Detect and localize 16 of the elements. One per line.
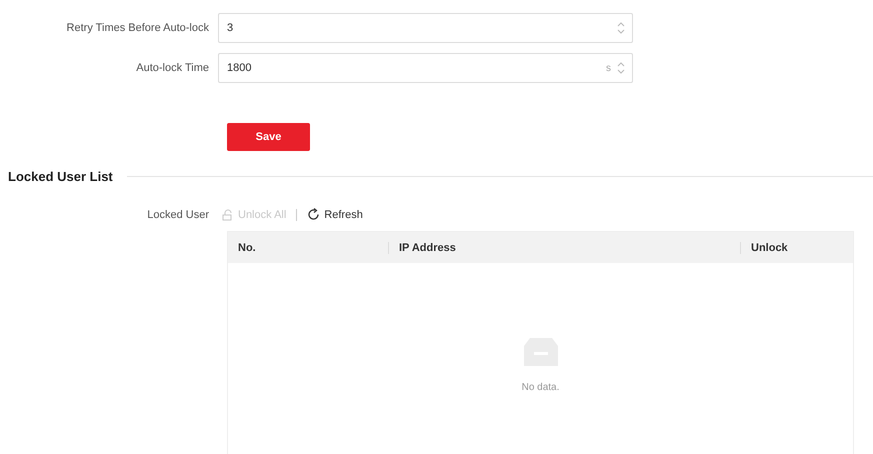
spinner-icon[interactable] bbox=[617, 61, 625, 75]
unit-label: s bbox=[606, 62, 611, 74]
section-title: Locked User List bbox=[8, 169, 113, 184]
column-header: IP Address bbox=[388, 242, 740, 254]
column-header: Unlock bbox=[740, 242, 853, 254]
refresh-button[interactable]: Refresh bbox=[303, 208, 367, 221]
field-label: Auto-lock Time bbox=[135, 62, 210, 74]
field-label: Retry Times Before Auto-lock bbox=[66, 22, 210, 34]
spinner-icon[interactable] bbox=[617, 21, 625, 35]
column-header: No. bbox=[237, 242, 257, 254]
padlock-icon bbox=[222, 208, 234, 220]
number-field[interactable]: 3 bbox=[218, 13, 633, 43]
empty-message: No data. bbox=[522, 382, 560, 393]
refresh-icon bbox=[307, 208, 320, 221]
toolbar-label: Locked User bbox=[146, 208, 210, 220]
save-button[interactable]: Save bbox=[227, 123, 310, 151]
